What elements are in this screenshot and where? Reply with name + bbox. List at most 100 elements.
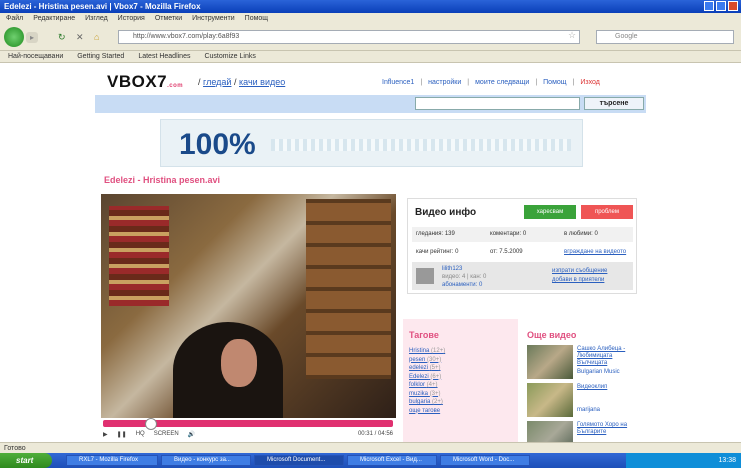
stop-icon[interactable]: ✕ bbox=[76, 32, 84, 43]
menu-bookmarks[interactable]: Отметки bbox=[155, 13, 182, 24]
video-title: Edelezi - Hristina pesen.avi bbox=[104, 175, 221, 185]
site-search-button[interactable]: търсене bbox=[584, 97, 644, 110]
bookmark-latest-headlines[interactable]: Latest Headlines bbox=[138, 51, 190, 62]
browser-search-input[interactable]: Google bbox=[596, 30, 734, 44]
avatar[interactable] bbox=[416, 268, 434, 284]
subscriptions-link[interactable]: абонаменти: 0 bbox=[442, 282, 482, 288]
progress-handle[interactable] bbox=[145, 418, 157, 430]
uploader-box: lilith123 видео: 4 | кан: 0 абонаменти: … bbox=[412, 262, 633, 290]
window-titlebar: Edelezi - Hristina pesen.avi | Vbox7 - M… bbox=[0, 0, 741, 13]
banner-percent: 100% bbox=[179, 128, 256, 161]
site-logo[interactable]: VBOX7.com bbox=[107, 72, 183, 92]
maximize-button[interactable] bbox=[716, 1, 726, 11]
video-link[interactable]: Голямото Хоро на Българите bbox=[577, 422, 644, 436]
minimize-button[interactable] bbox=[704, 1, 714, 11]
video-frame-detail bbox=[109, 206, 169, 306]
taskbar-item[interactable]: RXL7 - Mozilla Firefox bbox=[66, 455, 158, 466]
video-frame-detail bbox=[306, 199, 391, 379]
profile-link[interactable]: Influence1 bbox=[382, 79, 414, 86]
navigation-toolbar: ▸ ↻ ✕ ⌂ http://www.vbox7.com/play:6a8f93… bbox=[0, 24, 741, 51]
list-item[interactable]: Видеоклип marijana bbox=[527, 383, 644, 417]
list-item[interactable]: Сашко Алибеца - Любимицата Вълчицата Bul… bbox=[527, 345, 644, 379]
more-videos-panel: Още видео Сашко Алибеца - Любимицата Въл… bbox=[524, 319, 644, 442]
video-thumbnail[interactable] bbox=[527, 345, 573, 379]
bookmark-customize-links[interactable]: Customize Links bbox=[204, 51, 255, 62]
upload-date: от: 7.5.2009 bbox=[490, 249, 523, 255]
hq-button[interactable]: HQ bbox=[136, 431, 145, 440]
help-link[interactable]: Помощ bbox=[543, 79, 566, 86]
video-progress-bar[interactable] bbox=[103, 418, 393, 430]
bookmark-getting-started[interactable]: Getting Started bbox=[77, 51, 124, 62]
url-bar[interactable]: http://www.vbox7.com/play:6a8f93 bbox=[118, 30, 580, 44]
more-tags-link[interactable]: още тагове bbox=[409, 407, 445, 416]
reload-icon[interactable]: ↻ bbox=[58, 32, 66, 43]
info-row-meta: качи рейтинг: 0 от: 7.5.2009 вграждане н… bbox=[412, 245, 633, 260]
volume-icon[interactable]: 🔊 bbox=[188, 431, 195, 440]
system-tray: 13:38 bbox=[626, 453, 741, 468]
bookmark-star-icon[interactable]: ☆ bbox=[568, 30, 576, 41]
tag-link[interactable]: Hristina (12+) bbox=[409, 347, 445, 356]
watch-link[interactable]: гледай bbox=[203, 77, 231, 87]
add-friend-link[interactable]: добави в приятели bbox=[552, 277, 604, 283]
taskbar-item[interactable]: Видео - конкурс за... bbox=[161, 455, 251, 466]
my-subscriptions-link[interactable]: моите следващи bbox=[475, 79, 529, 86]
video-user[interactable]: Bulgarian Music bbox=[577, 369, 620, 375]
embed-link[interactable]: вграждане на видеото bbox=[564, 245, 626, 260]
tag-link[interactable]: Edelezi (6+) bbox=[409, 373, 445, 382]
report-button[interactable]: проблем bbox=[581, 205, 633, 219]
rating: качи рейтинг: 0 bbox=[416, 249, 459, 255]
uploader-name[interactable]: lilith123 bbox=[442, 266, 462, 272]
views-count: гледания: 139 bbox=[416, 231, 455, 237]
video-user[interactable]: marijana bbox=[577, 407, 600, 413]
page-viewport: VBOX7.com / гледай / качи видео Influenc… bbox=[0, 64, 741, 442]
like-button[interactable]: харесвам bbox=[524, 205, 576, 219]
site-search-input[interactable] bbox=[415, 97, 580, 110]
tag-link[interactable]: bulgaria (2+) bbox=[409, 398, 445, 407]
play-button[interactable]: ▶ bbox=[103, 431, 108, 440]
menu-history[interactable]: История bbox=[118, 13, 145, 24]
menu-file[interactable]: Файл bbox=[6, 13, 23, 24]
tag-link[interactable]: muzika (3+) bbox=[409, 390, 445, 399]
user-links: Influence1 | настройки | моите следващи | П… bbox=[382, 79, 600, 86]
send-message-link[interactable]: изпрати съобщение bbox=[552, 268, 607, 274]
forward-button[interactable]: ▸ bbox=[26, 32, 38, 43]
taskbar-item[interactable]: Microsoft Document... bbox=[254, 455, 344, 466]
menu-view[interactable]: Изглед bbox=[85, 13, 108, 24]
tag-link[interactable]: edelezi (5+) bbox=[409, 364, 445, 373]
start-button[interactable]: start bbox=[0, 453, 52, 468]
video-thumbnail[interactable] bbox=[527, 421, 573, 442]
tags-heading: Тагове bbox=[409, 330, 439, 340]
video-info-panel: Видео инфо харесвам проблем гледания: 13… bbox=[407, 198, 637, 294]
back-button[interactable] bbox=[4, 27, 24, 47]
menu-tools[interactable]: Инструменти bbox=[192, 13, 235, 24]
menu-help[interactable]: Помощ bbox=[245, 13, 268, 24]
list-item[interactable]: Голямото Хоро на Българите bbox=[527, 421, 644, 442]
home-icon[interactable]: ⌂ bbox=[94, 32, 99, 42]
close-button[interactable] bbox=[728, 1, 738, 11]
menu-edit[interactable]: Редактиране bbox=[33, 13, 75, 24]
video-link[interactable]: Видеоклип bbox=[577, 384, 644, 391]
pause-button[interactable]: ❚❚ bbox=[117, 431, 127, 440]
tags-panel: Тагове Hristina (12+) pesen (30+) edelez… bbox=[403, 319, 518, 442]
ad-banner[interactable]: 100% bbox=[160, 119, 583, 167]
window-title: Edelezi - Hristina pesen.avi | Vbox7 - M… bbox=[4, 2, 201, 11]
status-bar: Готово bbox=[0, 442, 741, 453]
tag-link[interactable]: pesen (30+) bbox=[409, 356, 445, 365]
video-link[interactable]: Сашко Алибеца - Любимицата Вълчицата bbox=[577, 346, 644, 367]
taskbar-item[interactable]: Microsoft Excel - Вид... bbox=[347, 455, 437, 466]
menubar: Файл Редактиране Изглед История Отметки … bbox=[0, 13, 741, 24]
video-thumbnail[interactable] bbox=[527, 383, 573, 417]
video-player[interactable] bbox=[101, 194, 396, 418]
settings-link[interactable]: настройки bbox=[428, 79, 461, 86]
fullscreen-button[interactable]: SCREEN bbox=[154, 431, 179, 440]
clock: 13:38 bbox=[718, 457, 736, 464]
logout-link[interactable]: Изход bbox=[580, 79, 600, 86]
tag-link[interactable]: folklor (4+) bbox=[409, 381, 445, 390]
breadcrumb: / гледай / качи видео bbox=[198, 77, 286, 87]
uploader-meta: видео: 4 | кан: 0 bbox=[442, 274, 487, 280]
bookmark-most-visited[interactable]: Най-посещавани bbox=[8, 51, 63, 62]
player-controls: ▶ ❚❚ HQ SCREEN 🔊 00:31 / 04:56 bbox=[103, 431, 393, 440]
video-frame-face bbox=[221, 339, 257, 387]
upload-video-link[interactable]: качи видео bbox=[239, 77, 285, 87]
taskbar-item[interactable]: Microsoft Word - Doc... bbox=[440, 455, 530, 466]
